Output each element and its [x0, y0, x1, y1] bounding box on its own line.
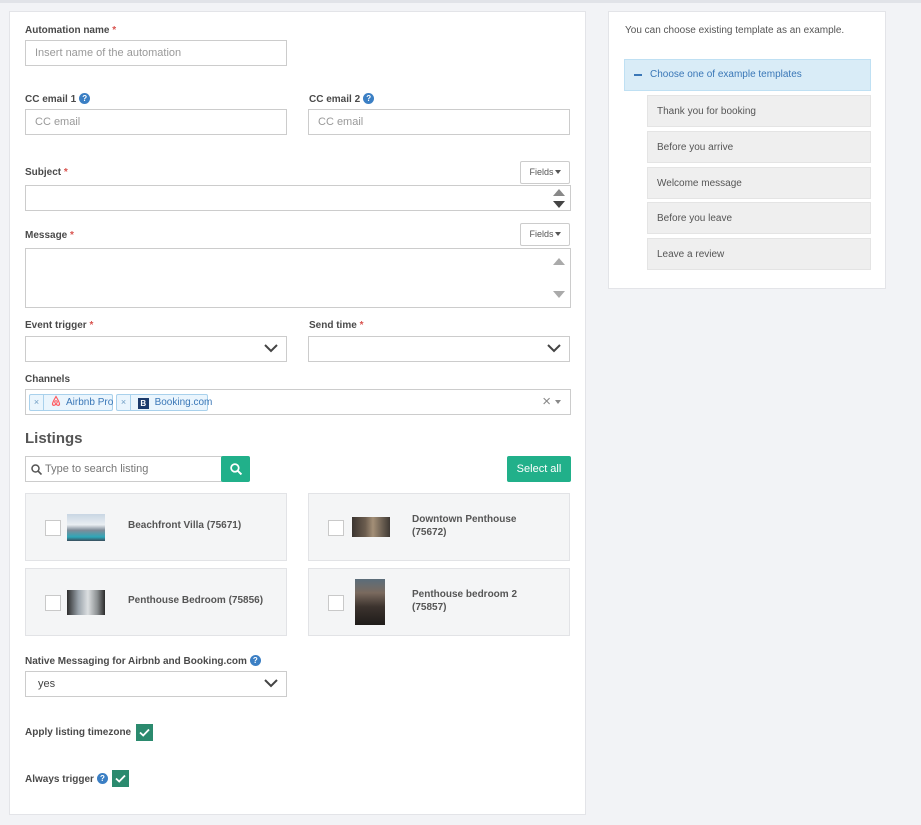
booking-icon: B — [137, 398, 149, 409]
event-trigger-select[interactable] — [25, 336, 287, 362]
apply-timezone-label: Apply listing timezone — [25, 727, 132, 738]
caret-down-icon[interactable] — [555, 400, 561, 404]
listing-name: Penthouse bedroom 2 (75857) — [412, 589, 518, 613]
send-time-label: Send time * — [309, 320, 364, 331]
arrow-up-icon[interactable] — [553, 189, 565, 196]
template-item[interactable]: Leave a review — [647, 238, 871, 270]
chevron-down-icon — [264, 679, 278, 688]
templates-accordion-header[interactable]: Choose one of example templates — [624, 59, 871, 91]
automation-name-placeholder: Insert name of the automation — [35, 47, 182, 59]
channels-multiselect[interactable]: × Airbnb Pro × B Booking.com × — [25, 389, 571, 415]
search-icon — [229, 463, 242, 476]
caret-down-icon — [554, 170, 561, 174]
listing-name: Beachfront Villa (75671) — [128, 520, 242, 531]
help-icon[interactable]: ? — [96, 773, 108, 784]
listing-search-button[interactable] — [221, 456, 250, 482]
template-item[interactable]: Before you arrive — [647, 131, 871, 163]
listing-checkbox[interactable] — [45, 595, 61, 611]
subject-fields-button[interactable]: Fields — [520, 161, 570, 184]
native-messaging-select[interactable]: yes — [25, 671, 287, 697]
top-divider — [0, 0, 921, 3]
scroll-down-icon[interactable] — [553, 291, 565, 298]
listing-card[interactable]: Penthouse Bedroom (75856) — [25, 568, 287, 636]
help-icon[interactable]: ? — [249, 655, 261, 666]
templates-header-label: Choose one of example templates — [650, 69, 802, 80]
clear-all-icon[interactable]: × — [542, 393, 551, 410]
caret-down-icon — [554, 232, 561, 236]
search-icon — [31, 464, 42, 475]
message-textarea[interactable] — [25, 248, 571, 308]
event-trigger-label: Event trigger * — [25, 320, 94, 331]
template-item[interactable]: Welcome message — [647, 167, 871, 199]
automation-form-panel: Automation name * Insert name of the aut… — [9, 11, 586, 815]
chevron-down-icon — [264, 344, 278, 353]
templates-panel: You can choose existing template as an e… — [608, 11, 886, 289]
help-icon[interactable]: ? — [363, 93, 375, 104]
templates-hint: You can choose existing template as an e… — [625, 25, 845, 36]
template-item[interactable]: Before you leave — [647, 202, 871, 234]
airbnb-icon — [51, 395, 60, 406]
listing-checkbox[interactable] — [328, 595, 344, 611]
cc-email-2-placeholder: CC email — [318, 116, 364, 128]
listing-name: Downtown Penthouse (75672) — [412, 514, 517, 538]
channel-tag-booking: × B Booking.com — [116, 394, 212, 411]
remove-tag-icon[interactable]: × — [117, 395, 131, 410]
channel-tag-airbnb: × Airbnb Pro — [29, 394, 113, 411]
cc-email-1-label: CC email 1? — [25, 93, 91, 105]
listing-card[interactable]: Downtown Penthouse (75672) — [308, 493, 570, 561]
listing-card[interactable]: Penthouse bedroom 2 (75857) — [308, 568, 570, 636]
listing-card[interactable]: Beachfront Villa (75671) — [25, 493, 287, 561]
cc-email-2-input[interactable]: CC email — [308, 109, 570, 135]
template-item[interactable]: Thank you for booking — [647, 95, 871, 127]
apply-timezone-checkbox[interactable] — [136, 724, 153, 741]
automation-name-label: Automation name * — [25, 25, 117, 36]
listing-thumbnail — [352, 517, 390, 537]
cc-email-2-label: CC email 2? — [309, 93, 375, 105]
native-messaging-value: yes — [38, 678, 56, 690]
listings-heading: Listings — [25, 430, 83, 447]
message-scrollbar[interactable] — [546, 249, 570, 307]
message-label: Message * — [25, 230, 74, 241]
native-messaging-label: Native Messaging for Airbnb and Booking.… — [25, 655, 261, 667]
subject-spinner[interactable] — [546, 186, 570, 210]
checkmark-icon — [115, 774, 126, 783]
listing-search-input[interactable]: Type to search listing — [25, 456, 222, 482]
always-trigger-checkbox[interactable] — [112, 770, 129, 787]
automation-name-input[interactable]: Insert name of the automation — [25, 40, 287, 66]
arrow-down-icon[interactable] — [553, 201, 565, 208]
listing-thumbnail — [67, 514, 105, 541]
listing-name: Penthouse Bedroom (75856) — [128, 595, 264, 606]
listing-thumbnail — [355, 579, 385, 625]
cc-email-1-placeholder: CC email — [35, 116, 81, 128]
checkmark-icon — [139, 728, 150, 737]
subject-label: Subject * — [25, 167, 68, 178]
channels-label: Channels — [25, 374, 71, 385]
listing-search-placeholder: Type to search listing — [45, 463, 149, 475]
listing-checkbox[interactable] — [45, 520, 61, 536]
subject-input[interactable] — [25, 185, 571, 211]
cc-email-1-input[interactable]: CC email — [25, 109, 287, 135]
listing-thumbnail — [67, 590, 105, 615]
listing-checkbox[interactable] — [328, 520, 344, 536]
remove-tag-icon[interactable]: × — [30, 395, 44, 410]
collapse-icon — [634, 74, 642, 76]
select-all-button[interactable]: Select all — [507, 456, 571, 482]
message-fields-button[interactable]: Fields — [520, 223, 570, 246]
chevron-down-icon — [547, 344, 561, 353]
always-trigger-label: Always trigger? — [25, 773, 108, 785]
help-icon[interactable]: ? — [79, 93, 91, 104]
send-time-select[interactable] — [308, 336, 570, 362]
scroll-up-icon[interactable] — [553, 258, 565, 265]
